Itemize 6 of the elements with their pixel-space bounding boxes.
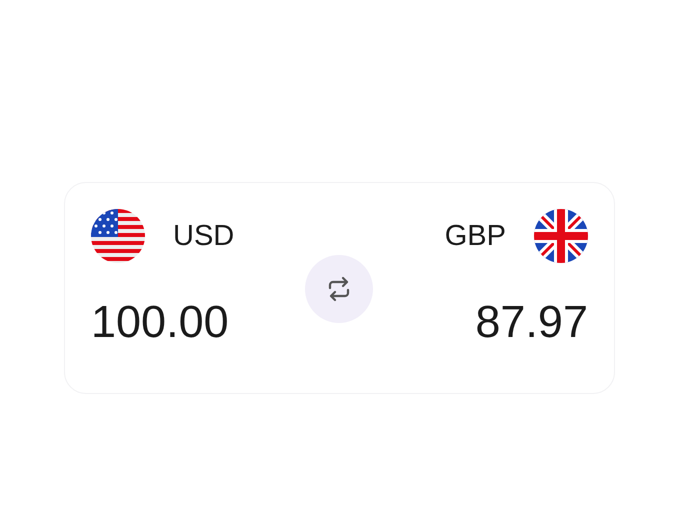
flag-icon bbox=[91, 209, 145, 263]
currency-code[interactable]: GBP bbox=[444, 222, 506, 250]
amount[interactable]: 87.97 bbox=[475, 299, 588, 344]
currency-code[interactable]: USD bbox=[173, 222, 234, 250]
amount[interactable]: 100.00 bbox=[91, 299, 234, 344]
swap-icon bbox=[327, 276, 352, 302]
